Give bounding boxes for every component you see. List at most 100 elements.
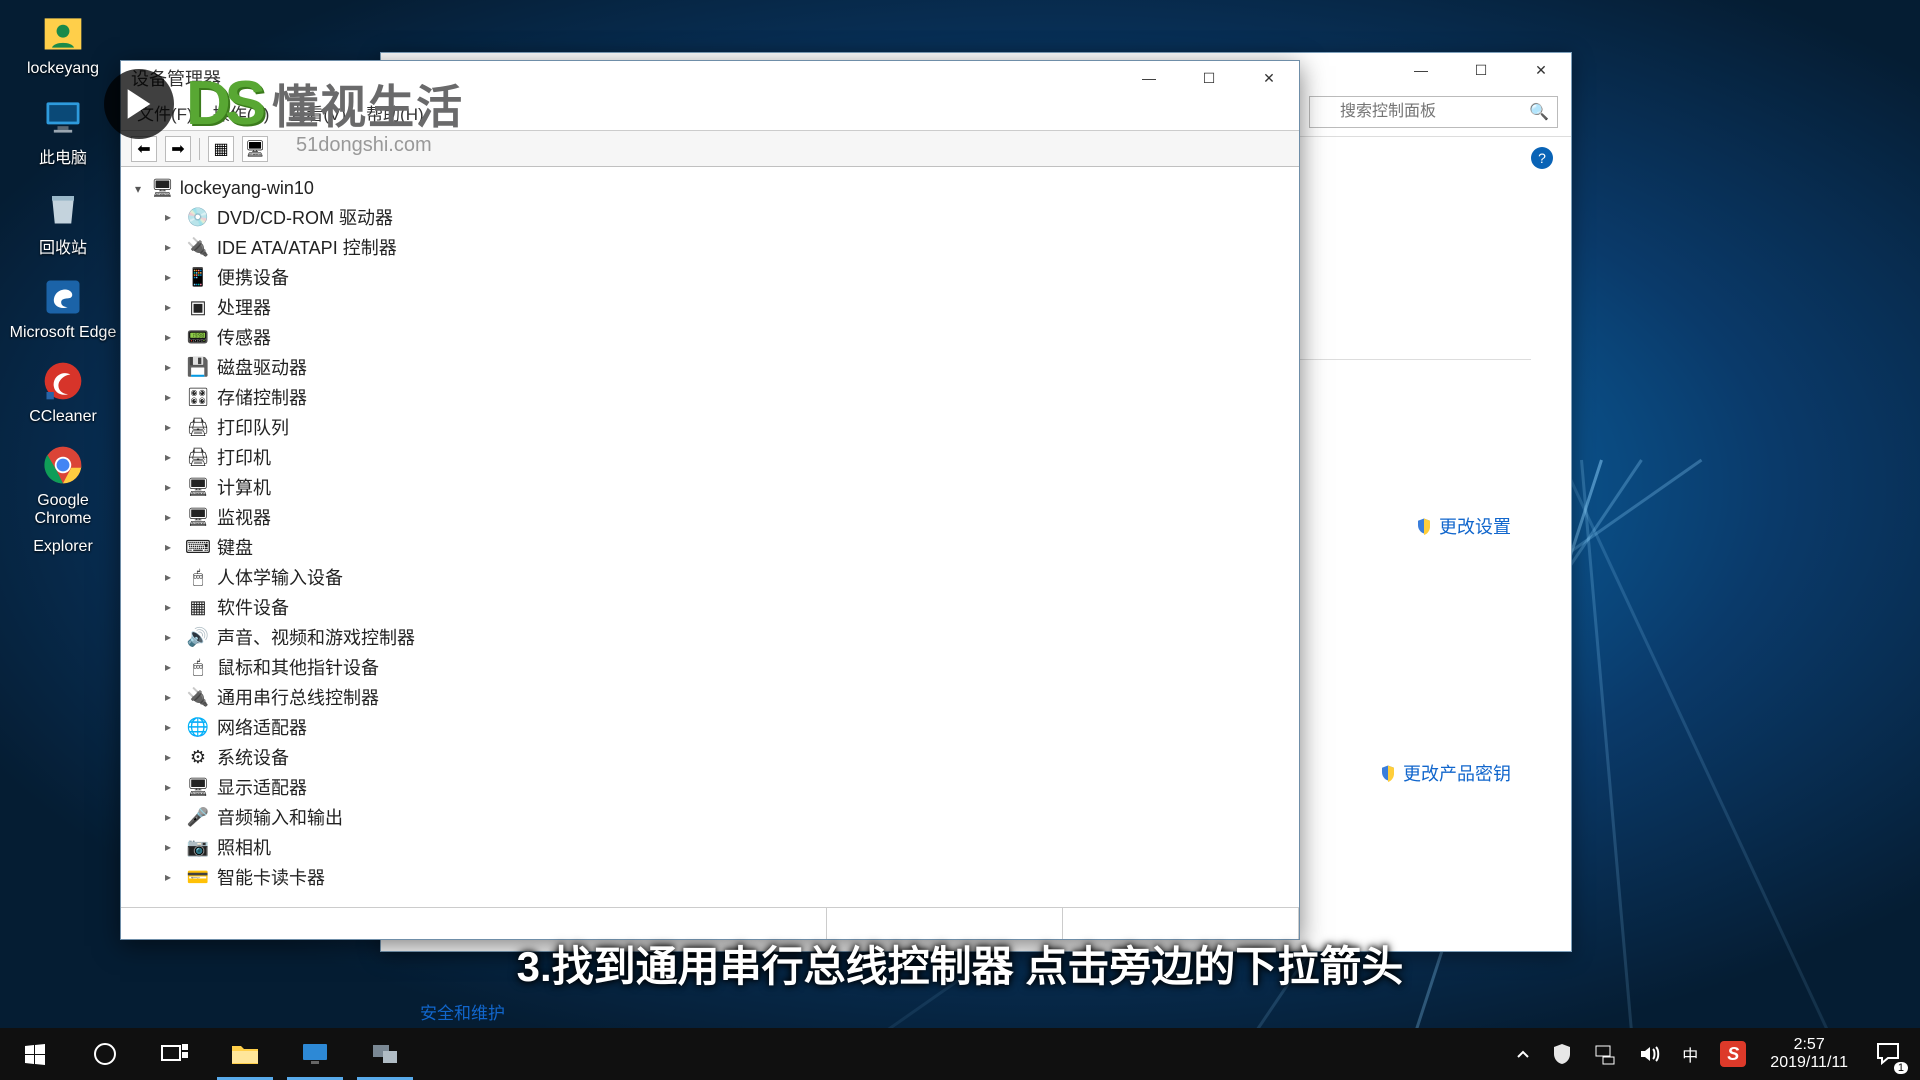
tool-forward[interactable]: ➡ — [165, 136, 191, 162]
device-category[interactable]: ▸🖱人体学输入设备 — [131, 562, 1289, 592]
expand-arrow-icon[interactable]: ▸ — [165, 870, 179, 884]
tool-refresh[interactable]: 🖥 — [242, 136, 268, 162]
volume-tray-icon[interactable] — [1628, 1028, 1670, 1080]
expand-arrow-icon[interactable]: ▸ — [165, 360, 179, 374]
taskbar-clock[interactable]: 2:57 2019/11/11 — [1758, 1036, 1860, 1073]
desktop-icon-pc[interactable]: 此电脑 — [8, 88, 118, 178]
windows-icon — [23, 1042, 47, 1066]
desktop-icon-ccleaner[interactable]: CCleaner — [8, 352, 118, 436]
desktop-icon-bin[interactable]: 回收站 — [8, 178, 118, 268]
close-button[interactable]: ✕ — [1239, 61, 1299, 95]
tray-chevron[interactable] — [1506, 1028, 1540, 1080]
device-category[interactable]: ▸🔌IDE ATA/ATAPI 控制器 — [131, 232, 1289, 262]
expand-arrow-icon[interactable]: ▸ — [165, 720, 179, 734]
menu-bar[interactable]: 文件(F)操作(A)查看(V)帮助(H) — [121, 95, 1299, 131]
desktop-icon-user[interactable]: lockeyang — [8, 4, 118, 88]
device-category[interactable]: ▸🌐网络适配器 — [131, 712, 1289, 742]
expand-arrow-icon[interactable]: ▸ — [165, 540, 179, 554]
expand-arrow-icon[interactable]: ▸ — [165, 750, 179, 764]
device-category[interactable]: ▸💳智能卡读卡器 — [131, 862, 1289, 892]
expand-arrow-icon[interactable]: ▸ — [165, 510, 179, 524]
expand-arrow-icon[interactable]: ▸ — [165, 420, 179, 434]
minimize-button[interactable]: — — [1119, 61, 1179, 95]
change-product-key-link[interactable]: 更改产品密钥 — [1379, 760, 1511, 786]
device-category[interactable]: ▸🖥监视器 — [131, 502, 1289, 532]
device-category[interactable]: ▸🖨打印队列 — [131, 412, 1289, 442]
security-tray-icon[interactable] — [1542, 1028, 1582, 1080]
device-category[interactable]: ▸▦软件设备 — [131, 592, 1289, 622]
help-icon[interactable]: ? — [1531, 147, 1553, 169]
device-category[interactable]: ▸🖨打印机 — [131, 442, 1289, 472]
device-category[interactable]: ▸📟传感器 — [131, 322, 1289, 352]
device-category[interactable]: ▸📱便携设备 — [131, 262, 1289, 292]
expand-arrow-icon[interactable]: ▸ — [165, 270, 179, 284]
maximize-button[interactable]: ☐ — [1179, 61, 1239, 95]
device-category[interactable]: ▸🔌通用串行总线控制器 — [131, 682, 1289, 712]
menu-item[interactable]: 操作(A) — [205, 96, 278, 129]
sys-close-button[interactable]: ✕ — [1511, 53, 1571, 87]
category-icon: 🖥 — [187, 776, 209, 798]
tool-properties[interactable]: ▦ — [208, 136, 234, 162]
menu-item[interactable]: 文件(F) — [129, 96, 201, 129]
taskview-button[interactable] — [140, 1028, 210, 1080]
control-panel-taskbar[interactable] — [280, 1028, 350, 1080]
category-label: 打印机 — [217, 444, 271, 470]
device-tree[interactable]: ▾ 🖥 lockeyang-win10 ▸💿DVD/CD-ROM 驱动器▸🔌ID… — [121, 167, 1299, 895]
desktop-icon-chrome[interactable]: Google Chrome — [8, 436, 118, 538]
device-category[interactable]: ▸▣处理器 — [131, 292, 1289, 322]
expand-arrow-icon[interactable]: ▸ — [165, 630, 179, 644]
expand-arrow-icon[interactable]: ▸ — [165, 660, 179, 674]
circle-icon — [92, 1041, 118, 1067]
expand-arrow-icon[interactable]: ▸ — [165, 210, 179, 224]
file-explorer-taskbar[interactable] — [210, 1028, 280, 1080]
expand-arrow-icon[interactable]: ▸ — [165, 570, 179, 584]
start-button[interactable] — [0, 1028, 70, 1080]
desktop-icon-label: 此电脑 — [8, 144, 118, 168]
device-category[interactable]: ▸🖱鼠标和其他指针设备 — [131, 652, 1289, 682]
security-maintenance-link[interactable]: 安全和维护 — [420, 999, 505, 1024]
device-category[interactable]: ▸🔊声音、视频和游戏控制器 — [131, 622, 1289, 652]
device-category[interactable]: ▸⚙系统设备 — [131, 742, 1289, 772]
control-panel-search[interactable] — [1309, 96, 1558, 128]
expand-arrow-icon[interactable]: ▸ — [165, 600, 179, 614]
expand-arrow-icon[interactable]: ▸ — [165, 840, 179, 854]
expand-arrow-icon[interactable]: ▸ — [165, 450, 179, 464]
action-center-button[interactable]: 1 — [1862, 1028, 1914, 1080]
expand-arrow-icon[interactable]: ▸ — [165, 330, 179, 344]
device-category[interactable]: ▸🖥显示适配器 — [131, 772, 1289, 802]
collapse-arrow-icon[interactable]: ▾ — [131, 182, 145, 196]
category-label: 音频输入和输出 — [217, 804, 343, 830]
expand-arrow-icon[interactable]: ▸ — [165, 810, 179, 824]
sys-minimize-button[interactable]: — — [1391, 53, 1451, 87]
device-category[interactable]: ▸💿DVD/CD-ROM 驱动器 — [131, 202, 1289, 232]
device-category[interactable]: ▸📷照相机 — [131, 832, 1289, 862]
device-category[interactable]: ▸💾磁盘驱动器 — [131, 352, 1289, 382]
network-tray-icon[interactable] — [1584, 1028, 1626, 1080]
monitor-icon — [301, 1042, 329, 1066]
device-category[interactable]: ▸🎛存储控制器 — [131, 382, 1289, 412]
device-category[interactable]: ▸🎤音频输入和输出 — [131, 802, 1289, 832]
category-label: 便携设备 — [217, 264, 289, 290]
tree-root[interactable]: ▾ 🖥 lockeyang-win10 — [131, 175, 1289, 202]
expand-arrow-icon[interactable]: ▸ — [165, 240, 179, 254]
expand-arrow-icon[interactable]: ▸ — [165, 390, 179, 404]
change-settings-link[interactable]: 更改设置 — [1415, 513, 1511, 539]
expand-arrow-icon[interactable]: ▸ — [165, 480, 179, 494]
sys-maximize-button[interactable]: ☐ — [1451, 53, 1511, 87]
expand-arrow-icon[interactable]: ▸ — [165, 780, 179, 794]
expand-arrow-icon[interactable]: ▸ — [165, 690, 179, 704]
tool-back[interactable]: ⬅ — [131, 136, 157, 162]
clock-time: 2:57 — [1770, 1036, 1848, 1054]
sogou-ime-icon[interactable]: S — [1710, 1028, 1756, 1080]
shield-icon — [1379, 764, 1397, 782]
device-manager-taskbar[interactable] — [350, 1028, 420, 1080]
cortana-button[interactable] — [70, 1028, 140, 1080]
menu-item[interactable]: 帮助(H) — [358, 96, 432, 129]
menu-item[interactable]: 查看(V) — [281, 96, 354, 129]
ime-indicator[interactable]: 中 — [1672, 1028, 1708, 1080]
notification-count: 1 — [1894, 1062, 1908, 1074]
device-category[interactable]: ▸🖥计算机 — [131, 472, 1289, 502]
expand-arrow-icon[interactable]: ▸ — [165, 300, 179, 314]
desktop-icon-edge[interactable]: Microsoft Edge — [8, 268, 118, 352]
device-category[interactable]: ▸⌨键盘 — [131, 532, 1289, 562]
